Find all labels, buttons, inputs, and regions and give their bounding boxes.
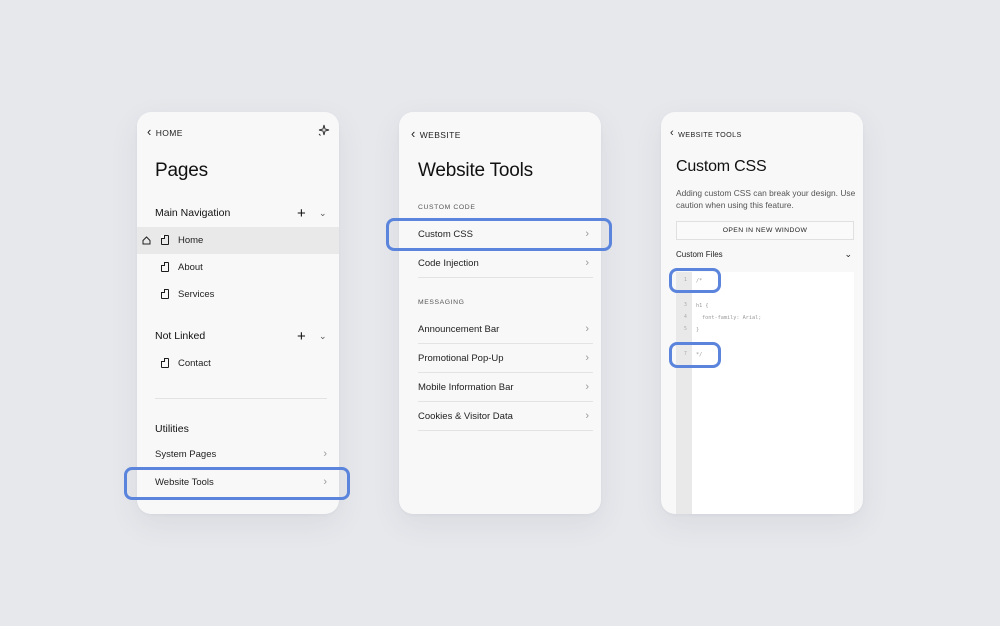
utilities-heading: Utilities	[155, 423, 189, 435]
chevron-right-icon: ›	[585, 381, 589, 393]
highlight-comment-close	[669, 342, 721, 368]
chevron-left-icon: ‹	[147, 124, 152, 139]
tool-item-label: Cookies & Visitor Data	[418, 410, 513, 422]
code-line: font-family: Arial;	[702, 315, 762, 321]
nav-item-label: Contact	[178, 358, 211, 369]
website-tools-panel: ‹ WEBSITE Website Tools CUSTOM CODE Cust…	[399, 112, 601, 514]
nav-item-label: Home	[178, 235, 204, 246]
divider	[155, 398, 327, 399]
tool-item-label: Mobile Information Bar	[418, 381, 514, 393]
chevron-down-icon: ⌄	[844, 248, 852, 259]
tool-item-cookies-visitor-data[interactable]: Cookies & Visitor Data ›	[399, 402, 601, 430]
highlight-comment-open	[669, 268, 721, 293]
messaging-heading: MESSAGING	[418, 299, 465, 306]
back-home-link[interactable]: ‹ HOME	[147, 124, 183, 139]
line-number: 5	[684, 327, 687, 332]
custom-code-heading: CUSTOM CODE	[418, 204, 476, 211]
chevron-left-icon: ‹	[411, 126, 416, 141]
nav-item-contact[interactable]: Contact	[137, 350, 339, 377]
chevron-down-icon[interactable]: ⌄	[319, 208, 327, 219]
add-page-icon[interactable]: +	[297, 206, 306, 221]
line-number-gutter	[676, 272, 692, 514]
utility-item-label: System Pages	[155, 448, 217, 460]
page-icon	[160, 357, 169, 368]
utility-item-system-pages[interactable]: System Pages ›	[137, 441, 339, 467]
back-website-tools-link[interactable]: ‹ WEBSITE TOOLS	[670, 127, 742, 140]
back-website-tools-label: WEBSITE TOOLS	[678, 130, 742, 139]
css-code-editor[interactable]: 1 /* 3 h1 { 4 font-family: Arial; 5 } 7 …	[676, 272, 854, 514]
nav-item-label: About	[178, 262, 203, 273]
chevron-right-icon: ›	[323, 448, 327, 460]
open-in-new-window-button[interactable]: OPEN IN NEW WINDOW	[676, 221, 854, 240]
tool-item-label: Announcement Bar	[418, 323, 500, 335]
code-line: }	[696, 327, 700, 333]
pages-panel: ‹ HOME Pages Main Navigation + ⌄ Home Ab…	[137, 112, 339, 514]
tool-item-code-injection[interactable]: Code Injection ›	[399, 249, 601, 277]
custom-css-panel: ‹ WEBSITE TOOLS Custom CSS Adding custom…	[661, 112, 863, 514]
tool-item-mobile-information-bar[interactable]: Mobile Information Bar ›	[399, 373, 601, 401]
nav-item-about[interactable]: About	[137, 254, 339, 281]
sparkle-icon[interactable]	[317, 124, 330, 137]
nav-item-services[interactable]: Services	[137, 281, 339, 308]
back-website-link[interactable]: ‹ WEBSITE	[411, 126, 461, 141]
page-title: Pages	[155, 160, 208, 181]
chevron-left-icon: ‹	[670, 127, 675, 139]
line-number: 3	[684, 303, 687, 308]
tool-item-promotional-popup[interactable]: Promotional Pop-Up ›	[399, 344, 601, 372]
not-linked-heading: Not Linked	[155, 330, 206, 342]
page-icon	[160, 261, 169, 272]
tool-item-announcement-bar[interactable]: Announcement Bar ›	[399, 315, 601, 343]
chevron-right-icon: ›	[585, 257, 589, 269]
divider	[418, 277, 593, 278]
nav-item-home[interactable]: Home	[137, 227, 339, 254]
chevron-right-icon: ›	[585, 323, 589, 335]
back-home-label: HOME	[155, 127, 183, 138]
custom-files-dropdown[interactable]: Custom Files ⌄	[676, 244, 854, 264]
highlight-custom-css	[386, 218, 612, 251]
custom-files-label: Custom Files	[676, 249, 723, 259]
nav-item-label: Services	[178, 289, 215, 300]
page-icon	[160, 288, 169, 299]
tool-item-label: Code Injection	[418, 257, 479, 269]
back-website-label: WEBSITE	[419, 129, 461, 140]
page-title: Custom CSS	[676, 158, 767, 175]
chevron-right-icon: ›	[585, 410, 589, 422]
chevron-down-icon[interactable]: ⌄	[319, 331, 327, 342]
tool-item-label: Promotional Pop-Up	[418, 352, 504, 364]
css-warning-text: Adding custom CSS can break your design.…	[676, 188, 856, 210]
line-number: 4	[684, 315, 687, 320]
highlight-website-tools	[124, 467, 350, 500]
add-page-icon[interactable]: +	[297, 329, 306, 344]
page-icon	[160, 234, 169, 245]
chevron-right-icon: ›	[585, 352, 589, 364]
main-navigation-heading: Main Navigation	[155, 207, 231, 219]
divider	[418, 430, 593, 431]
home-icon	[142, 236, 151, 245]
page-title: Website Tools	[418, 160, 533, 181]
code-line: h1 {	[696, 303, 709, 309]
